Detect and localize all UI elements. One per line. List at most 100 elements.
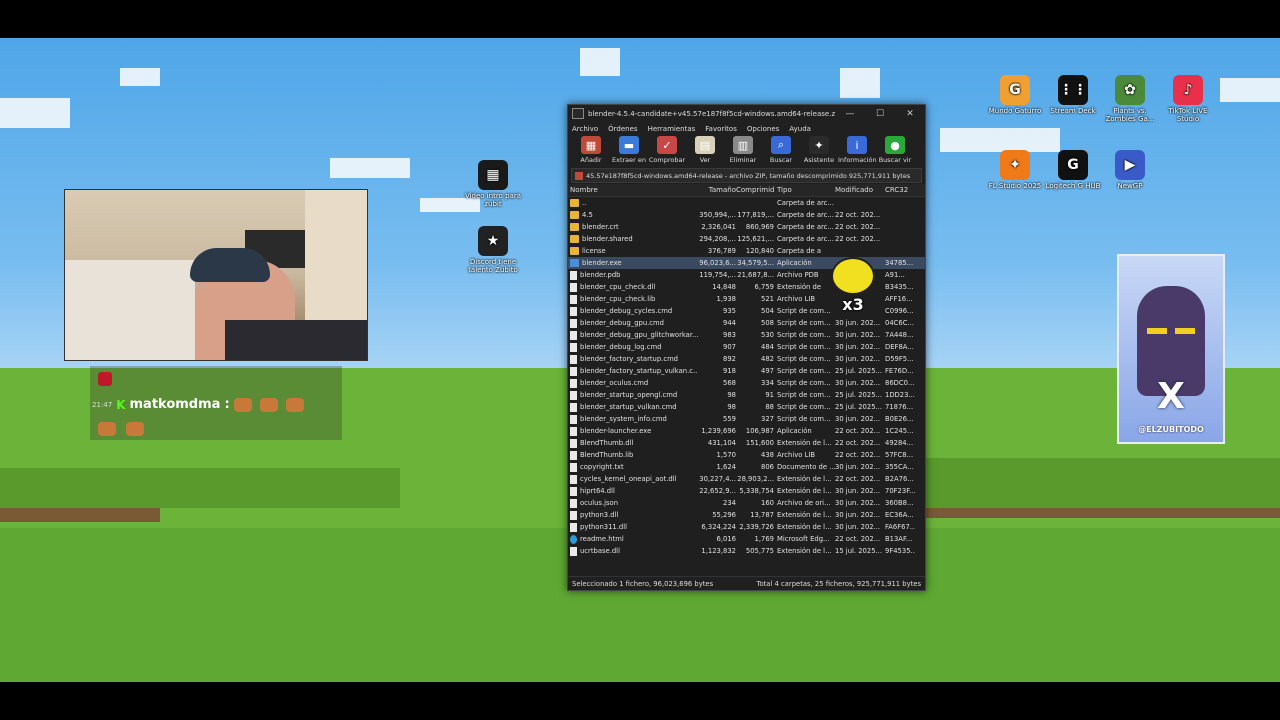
cell-comp: 106,987: [745, 427, 774, 435]
desktop-shortcut[interactable]: G Logitech G HUB: [1042, 150, 1104, 190]
folder-icon: [570, 235, 579, 243]
sticker-handle: @ELZUBITODO: [1138, 425, 1204, 434]
file-row[interactable]: blender_system_info.cmd 559 327 Script de c…: [568, 413, 925, 425]
file-row[interactable]: readme.html 6,016 1,769 Microsoft Edg... 22 …: [568, 533, 925, 545]
file-name-cell: BlendThumb.dll: [568, 438, 698, 448]
toolbar-button[interactable]: ✦ Asistente: [800, 135, 838, 167]
file-icon: [570, 330, 577, 340]
file-name: blender_debug_log.cmd: [580, 343, 662, 351]
archive-window[interactable]: blender-4.5.4-candidate+v45.57e187f8f5cd…: [567, 104, 926, 591]
cell-type: Extensión de l...: [777, 487, 832, 495]
file-row[interactable]: BlendThumb.dll 431,104 151,600 Extensión de…: [568, 437, 925, 449]
cell-type: Script de com...: [777, 379, 831, 387]
desktop-shortcut[interactable]: ▶ NewGP: [1099, 150, 1161, 190]
desktop-shortcut[interactable]: ▦ Video intro para zubit: [462, 160, 524, 208]
path-bar[interactable]: 45.57e187f8f5cd-windows.amd64-release - …: [571, 168, 922, 183]
toolbar-button[interactable]: ✓ Comprobar: [648, 135, 686, 167]
file-name-cell: license: [568, 247, 698, 255]
toolbar-button[interactable]: ● Buscar vir: [876, 135, 914, 167]
menu-item[interactable]: Órdenes: [608, 125, 637, 133]
col-modified[interactable]: Modificado: [835, 186, 885, 194]
file-row[interactable]: ucrtbase.dll 1,123,832 505,775 Extensión de…: [568, 545, 925, 557]
cell-type: Aplicación: [777, 427, 812, 435]
col-compressed[interactable]: Comprimid: [736, 186, 777, 194]
desktop-shortcut[interactable]: ✦ FL Studio 2025: [984, 150, 1046, 190]
file-row[interactable]: blender_startup_opengl.cmd 98 91 Script de …: [568, 389, 925, 401]
desktop-shortcut[interactable]: ⋮⋮ Stream Deck: [1042, 75, 1104, 115]
cell-size: 350,994,...: [699, 211, 736, 219]
grass-terrain: [0, 468, 400, 508]
desktop-shortcut[interactable]: ★ Discord tiene talento Zubito: [462, 226, 524, 274]
toolbar-button[interactable]: i Información: [838, 135, 877, 167]
file-name-cell: blender_system_info.cmd: [568, 414, 698, 424]
file-row[interactable]: BlendThumb.lib 1,570 438 Archivo LIB 22 oct.…: [568, 449, 925, 461]
file-row[interactable]: blender_startup_vulkan.cmd 98 88 Script de …: [568, 401, 925, 413]
file-row[interactable]: license 376,789 120,840 Carpeta de a: [568, 245, 925, 257]
maximize-button[interactable]: ☐: [865, 109, 895, 119]
desktop-shortcut[interactable]: ♪ TikTok LIVE Studio: [1157, 75, 1219, 123]
col-crc[interactable]: CRC32: [885, 186, 915, 194]
file-name: blender_debug_gpu.cmd: [580, 319, 664, 327]
file-row[interactable]: blender_factory_startup_vulkan.c... 918 49…: [568, 365, 925, 377]
shortcut-icon: ★: [478, 226, 508, 256]
cell-type: Extensión de l...: [777, 439, 832, 447]
minimize-button[interactable]: —: [835, 109, 865, 119]
file-row[interactable]: blender_oculus.cmd 568 334 Script de com...…: [568, 377, 925, 389]
cell-size: 6,016: [716, 535, 736, 543]
file-row[interactable]: blender_debug_gpu_glitchworkar... 983 530 S…: [568, 329, 925, 341]
desktop-shortcut[interactable]: ✿ Plants vs. Zombies Ga...: [1099, 75, 1161, 123]
file-row[interactable]: blender_debug_log.cmd 907 484 Script de com…: [568, 341, 925, 353]
file-row[interactable]: hiprt64.dll 22,652,9... 5,338,754 Extensión…: [568, 485, 925, 497]
file-row[interactable]: 4.5 350,994,... 177,819,... Carpeta de arc.…: [568, 209, 925, 221]
file-row[interactable]: oculus.json 234 160 Archivo de ori... 30 jun…: [568, 497, 925, 509]
toolbar-button[interactable]: ⌕ Buscar: [762, 135, 800, 167]
toolbar-button[interactable]: ▦ Añadir: [572, 135, 610, 167]
menu-item[interactable]: Archivo: [572, 125, 598, 133]
file-row[interactable]: copyright.txt 1,624 806 Documento de ... 30 …: [568, 461, 925, 473]
file-name-cell: blender.exe: [568, 259, 698, 267]
col-type[interactable]: Tipo: [777, 186, 835, 194]
col-size[interactable]: Tamaño: [698, 186, 736, 194]
toolbar-button[interactable]: ▤ Ver: [686, 135, 724, 167]
file-row[interactable]: python3.dll 55,296 13,787 Extensión de l...…: [568, 509, 925, 521]
bed: [65, 260, 195, 360]
toolbar-button[interactable]: ▬ Extraer en: [610, 135, 648, 167]
cell-size: 892: [723, 355, 736, 363]
cell-crc: A91...: [885, 271, 905, 279]
check-icon: ✓: [657, 136, 677, 154]
file-row[interactable]: cycles_kernel_oneapi_aot.dll 30,227,4... 2…: [568, 473, 925, 485]
file-row[interactable]: blender_factory_startup.cmd 892 482 Script …: [568, 353, 925, 365]
title-bar[interactable]: blender-4.5.4-candidate+v45.57e187f8f5cd…: [568, 105, 925, 122]
cell-size: 1,239,696: [701, 427, 736, 435]
file-row[interactable]: blender.crt 2,326,041 860,969 Carpeta de ar…: [568, 221, 925, 233]
desktop-shortcut[interactable]: G Mundo Gaturro: [984, 75, 1046, 115]
file-name-cell: BlendThumb.lib: [568, 450, 698, 460]
menu-item[interactable]: Favoritos: [705, 125, 737, 133]
cell-mod: 22 oct. 202...: [835, 211, 881, 219]
cell-comp: 5,338,754: [739, 487, 774, 495]
menu-item[interactable]: Opciones: [747, 125, 779, 133]
file-name: license: [582, 247, 606, 255]
cell-size: 2,326,041: [701, 223, 736, 231]
menu-item[interactable]: Ayuda: [789, 125, 811, 133]
file-icon: [570, 486, 577, 496]
headset-cap: [190, 248, 270, 282]
toolbar-button[interactable]: ▥ Eliminar: [724, 135, 762, 167]
file-row[interactable]: blender-launcher.exe 1,239,696 106,987 Apli…: [568, 425, 925, 437]
cell-mod: 22 oct. 202...: [835, 475, 881, 483]
col-name[interactable]: Nombre: [568, 186, 698, 194]
file-row[interactable]: .. Carpeta de arc...: [568, 197, 925, 209]
close-button[interactable]: ✕: [895, 109, 925, 119]
cell-mod: 30 jun. 202...: [835, 511, 881, 519]
file-row[interactable]: python311.dll 6,324,224 2,339,726 Extensión…: [568, 521, 925, 533]
file-row[interactable]: blender.shared 294,208,... 125,621,... Carp…: [568, 233, 925, 245]
cell-mod: 25 jul. 2025...: [835, 367, 882, 375]
file-name: ..: [582, 199, 587, 207]
info-icon: i: [847, 136, 867, 154]
app-icon: [572, 108, 584, 119]
shortcut-label: NewGP: [1117, 182, 1143, 190]
menu-item[interactable]: Herramientas: [648, 125, 696, 133]
cell-comp: 482: [761, 355, 774, 363]
file-name: blender_cpu_check.lib: [580, 295, 656, 303]
cell-crc: C0996...: [885, 307, 914, 315]
